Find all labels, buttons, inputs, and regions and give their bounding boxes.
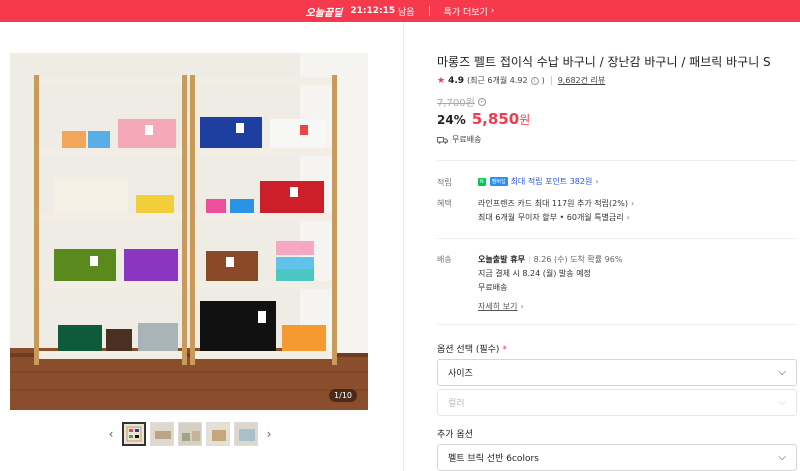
points-text: 최대 적립 포인트 382원	[510, 177, 593, 186]
promo-timer: 21:12:15	[350, 6, 396, 16]
promo-bar: 오늘끝딜 21:12:15 남음 특가 더보기 ›	[0, 0, 800, 22]
thumbnail-item[interactable]	[234, 422, 258, 446]
info-icon[interactable]: i	[530, 76, 539, 85]
chevron-right-icon: ›	[520, 302, 524, 311]
npay-badge: N	[478, 177, 486, 186]
thumbnail-item[interactable]	[150, 422, 174, 446]
rating-recent: (최근 6개월 4.92	[467, 76, 528, 85]
delivery-arrival: 8.26 (수) 도착 확률 96%	[533, 255, 623, 264]
chevron-right-icon: ›	[266, 427, 272, 441]
info-icon[interactable]: i	[477, 97, 486, 106]
product-title: 마롱즈 펠트 접이식 수납 바구니 / 장난감 바구니 / 패브릭 바구니 S	[437, 55, 771, 69]
benefit-label: 혜택	[437, 199, 452, 208]
chevron-right-icon: ›	[490, 6, 495, 16]
rating-recent-close: )	[541, 76, 545, 85]
column-divider	[403, 22, 404, 471]
color-select-value: 컬러	[448, 399, 465, 409]
benefit-installment-row[interactable]: 최대 6개월 무이자 할부 • 60개월 특별금리 ›	[478, 212, 630, 223]
extra-option-select[interactable]: 펠트 브릭 선반 6colors ⌵	[437, 444, 797, 471]
truck-icon	[437, 136, 448, 144]
chevron-down-icon: ⌵	[778, 397, 786, 408]
promo-divider	[428, 6, 430, 16]
membership-badge: 멤버십	[489, 177, 508, 186]
section-divider	[437, 238, 797, 239]
chevron-right-icon: ›	[630, 199, 635, 208]
chevron-down-icon: ⌵	[778, 367, 786, 378]
rating-divider	[550, 76, 552, 85]
thumbnail-next-button[interactable]: ›	[262, 422, 276, 446]
delivery-label: 배송	[437, 255, 452, 264]
original-price-value: 7,700원	[437, 98, 475, 109]
chevron-down-icon: ⌵	[778, 452, 786, 463]
price-unit: 원	[519, 113, 531, 127]
extra-option-title: 추가 옵션	[437, 430, 473, 440]
rating-row: ★ 4.9 (최근 6개월 4.92 i ) 9,682건 리뷰	[437, 75, 605, 86]
delivery-service: 오늘출발 휴무	[478, 255, 525, 264]
chevron-right-icon: ›	[626, 213, 630, 222]
discount-rate: 24%	[437, 113, 466, 127]
size-select[interactable]: 사이즈 ⌵	[437, 359, 797, 386]
extra-option-value: 펠트 브릭 선반 6colors	[448, 454, 539, 464]
original-price: 7,700원 i	[437, 94, 486, 109]
star-icon: ★	[437, 75, 446, 86]
option-select-title: 옵션 선택 (필수) *	[437, 342, 507, 355]
benefit-installment-text: 최대 6개월 무이자 할부 • 60개월 특별금리	[478, 213, 624, 222]
benefit-card-text: 라인프렌즈 카드 최대 117원 추가 적립(2%)	[478, 199, 628, 208]
chevron-left-icon: ‹	[108, 427, 114, 441]
thumbnail-item[interactable]	[206, 422, 230, 446]
delivery-fee: 무료배송	[478, 283, 508, 292]
product-main-image[interactable]: 1/10	[10, 53, 368, 410]
delivery-dispatch: 지금 결제 시 8.24 (월) 발송 예정	[478, 269, 591, 278]
promo-logo: 오늘끝딜	[305, 7, 343, 19]
size-select-value: 사이즈	[448, 369, 473, 379]
rating-score: 4.9	[448, 75, 465, 86]
free-shipping-label: 무료배송	[452, 135, 482, 144]
delivery-detail-label: 자세히 보기	[478, 302, 518, 311]
review-count-link[interactable]: 9,682건 리뷰	[558, 75, 606, 86]
thumbnail-prev-button[interactable]: ‹	[104, 422, 118, 446]
required-mark: *	[502, 345, 507, 355]
sale-price: 5,850	[471, 110, 520, 128]
product-photo	[10, 53, 368, 410]
price-row: 24% 5,850원	[437, 109, 530, 128]
chevron-right-icon: ›	[595, 177, 599, 186]
promo-more-link[interactable]: 특가 더보기 ›	[444, 5, 495, 18]
delivery-row: 오늘출발 휴무 | 8.26 (수) 도착 확률 96%	[478, 255, 623, 264]
benefit-card-row[interactable]: 라인프렌즈 카드 최대 117원 추가 적립(2%) ›	[478, 198, 634, 209]
promo-more-label: 특가 더보기	[443, 7, 488, 18]
points-row[interactable]: N 멤버십 최대 적립 포인트 382원 ›	[478, 176, 599, 187]
delivery-detail-link[interactable]: 자세히 보기 ›	[478, 301, 524, 312]
free-shipping-tag: 무료배송	[437, 134, 481, 145]
points-label: 적립	[437, 178, 452, 187]
color-select[interactable]: 컬러 ⌵	[437, 389, 797, 416]
thumbnail-strip: ‹ ›	[104, 422, 276, 446]
thumbnail-item[interactable]	[178, 422, 202, 446]
option-title-text: 옵션 선택 (필수)	[437, 345, 500, 355]
section-divider	[437, 324, 797, 325]
promo-timer-suffix: 남음	[398, 7, 415, 18]
image-counter: 1/10	[329, 389, 357, 402]
section-divider	[437, 160, 797, 161]
thumbnail-item[interactable]	[122, 422, 146, 446]
